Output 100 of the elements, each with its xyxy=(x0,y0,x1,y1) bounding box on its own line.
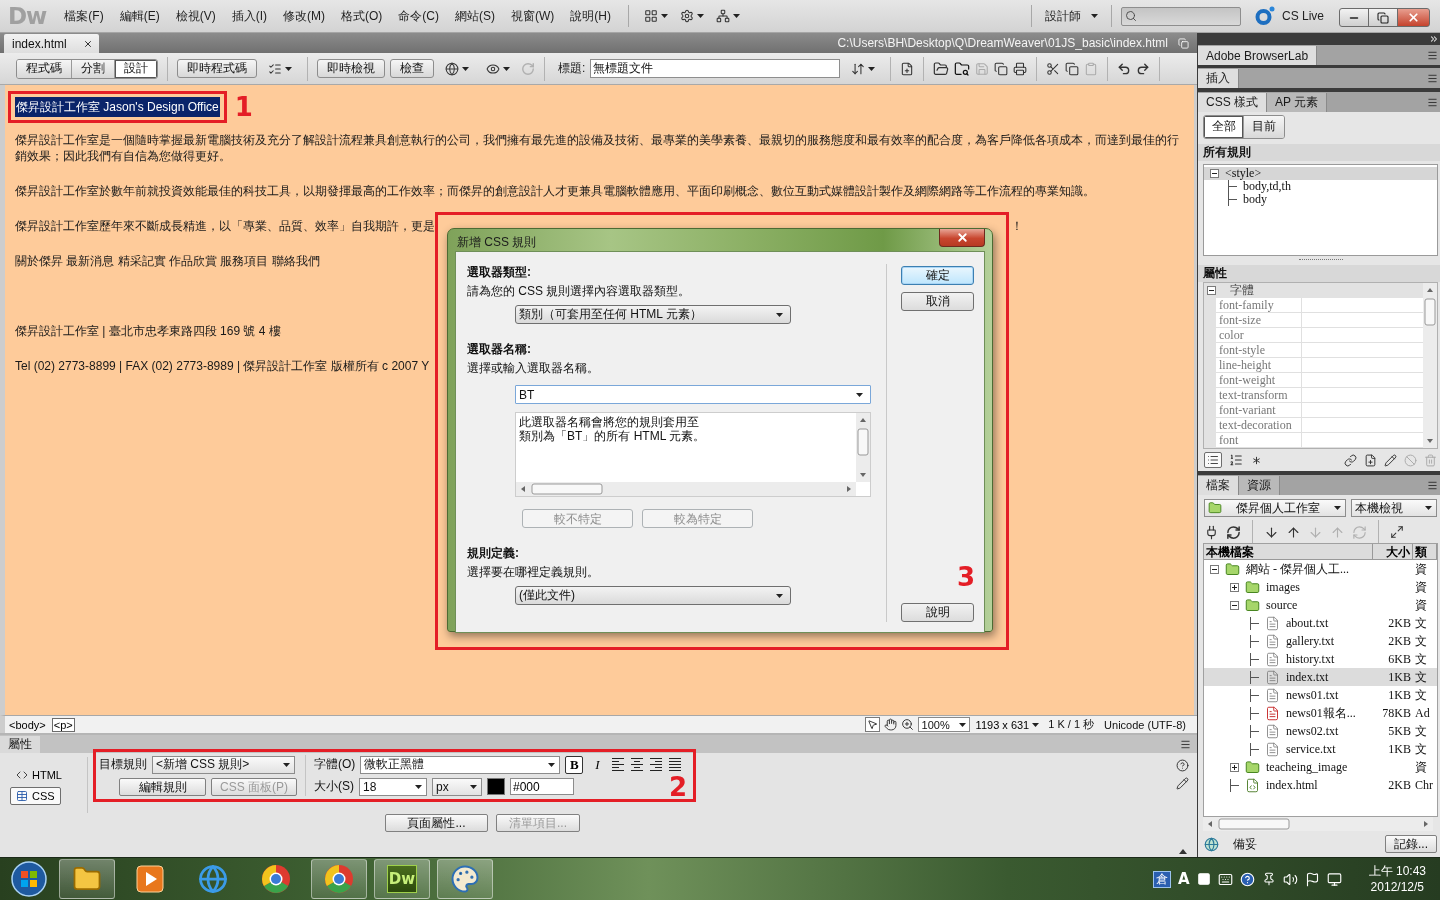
close-icon[interactable] xyxy=(82,38,93,49)
color-field[interactable]: #000 xyxy=(510,778,574,795)
pencil-icon[interactable] xyxy=(1384,453,1397,467)
dropdown-select[interactable]: (僅此文件) xyxy=(515,586,791,605)
collapse-icon[interactable] xyxy=(1210,564,1219,574)
file-row[interactable]: 網站 - 傑昇個人工... 資 xyxy=(1204,560,1437,578)
close-button[interactable] xyxy=(939,229,985,247)
file-row[interactable]: images 資 xyxy=(1204,578,1437,596)
italic-toggle[interactable]: I xyxy=(588,755,607,774)
page-properties-button[interactable]: 頁面屬性... xyxy=(385,814,488,832)
live-code-button[interactable]: 即時程式碼 xyxy=(177,59,257,78)
panel-tab[interactable]: AP 元素 xyxy=(1267,93,1328,112)
zoom-select[interactable]: 100% xyxy=(917,717,970,732)
panel-tab[interactable]: 插入 xyxy=(1198,69,1239,88)
horizontal-scrollbar[interactable] xyxy=(1203,817,1433,831)
window-size-menu[interactable]: 1193 x 631 xyxy=(973,718,1042,731)
panel-menu-icon[interactable] xyxy=(1427,72,1438,84)
vertical-scrollbar[interactable] xyxy=(1423,283,1437,449)
panel-tab[interactable]: 資源 xyxy=(1239,476,1280,495)
keyboard-icon[interactable] xyxy=(1217,871,1233,887)
panel-menu-icon[interactable] xyxy=(1427,96,1438,108)
live-view-button[interactable]: 即時檢視 xyxy=(317,59,385,78)
menu-item[interactable]: 網站(S) xyxy=(447,4,503,28)
square-icon[interactable] xyxy=(1196,872,1211,886)
panel-menu-icon[interactable] xyxy=(1427,479,1438,491)
rule-row[interactable]: body xyxy=(1204,192,1437,206)
zoom-icon[interactable] xyxy=(900,718,914,731)
size-select[interactable]: 18 xyxy=(359,777,427,796)
help-button[interactable]: 說明 xyxy=(901,603,974,622)
input-mode-indicator[interactable]: A xyxy=(1178,870,1190,888)
taskbar-app[interactable] xyxy=(437,859,493,899)
dialog-button[interactable]: 確定 xyxy=(901,266,974,285)
copy-icon[interactable] xyxy=(994,61,1009,76)
panel-tab[interactable]: 檔案 xyxy=(1198,476,1239,495)
help-icon[interactable] xyxy=(1176,759,1189,772)
panel-tab[interactable]: Adobe BrowserLab xyxy=(1198,46,1318,65)
target-rule-select[interactable]: <新增 CSS 規則> xyxy=(152,755,295,774)
tag-selector[interactable]: <body> xyxy=(7,717,48,732)
bold-toggle[interactable]: B xyxy=(565,755,584,774)
taskbar-app[interactable] xyxy=(59,859,115,899)
close-button[interactable] xyxy=(1397,8,1430,27)
view-mode-tab[interactable]: 目前 xyxy=(1244,115,1284,138)
view-tab[interactable]: 程式碼 xyxy=(17,59,72,78)
collapse-icon[interactable] xyxy=(1230,600,1239,610)
taskbar-app[interactable]: Dw xyxy=(374,859,430,899)
menu-item[interactable]: 編輯(E) xyxy=(111,4,168,28)
clipboard-icon[interactable] xyxy=(1084,61,1099,76)
monitor-icon[interactable] xyxy=(1326,871,1342,887)
column-header[interactable]: 大小 xyxy=(1373,544,1413,559)
cs-live-button[interactable]: CS Live xyxy=(1254,6,1324,26)
mode-button[interactable]: HTML xyxy=(10,766,68,784)
menu-item[interactable]: 檢視(V) xyxy=(167,4,224,28)
scissors-icon[interactable] xyxy=(1046,61,1061,76)
workspace-menu[interactable]: 設計師 xyxy=(1040,5,1102,27)
site-select[interactable]: 傑昇個人工作室 xyxy=(1204,499,1346,517)
column-header[interactable]: 本機檔案 xyxy=(1204,544,1373,559)
minimize-button[interactable] xyxy=(1339,8,1369,27)
align-left-icon[interactable] xyxy=(611,758,626,771)
mode-button[interactable]: CSS xyxy=(10,787,61,805)
file-row[interactable]: teacheing_image 資 xyxy=(1204,758,1437,776)
file-row[interactable]: index.txt 1KB 文 xyxy=(1204,668,1437,686)
rule-row[interactable]: body,td,th xyxy=(1204,179,1437,193)
selector-name-field[interactable]: BT xyxy=(515,385,871,404)
menu-item[interactable]: 插入(I) xyxy=(223,4,275,28)
expand-icon[interactable] xyxy=(1230,582,1239,592)
speaker-icon[interactable] xyxy=(1282,871,1298,887)
file-row[interactable]: index.html 2KB Chr xyxy=(1204,776,1437,794)
clock[interactable]: 上午 10:43 2012/12/5 xyxy=(1362,863,1432,895)
column-header[interactable]: 類 xyxy=(1413,544,1437,559)
file-row[interactable]: service.txt 1KB 文 xyxy=(1204,740,1437,758)
file-row[interactable]: news01.txt 1KB 文 xyxy=(1204,686,1437,704)
pin-icon[interactable] xyxy=(1261,872,1276,886)
menu-item[interactable]: 修改(M) xyxy=(275,4,333,28)
file-plus-icon[interactable] xyxy=(900,61,915,76)
collapse-icon[interactable] xyxy=(1210,168,1219,178)
folder-open-icon[interactable] xyxy=(933,60,950,77)
menu-item[interactable]: 命令(C) xyxy=(390,4,447,28)
inspect-button[interactable]: 檢查 xyxy=(390,59,434,78)
unit-select[interactable]: px xyxy=(432,777,482,796)
tag-selector[interactable]: <p> xyxy=(51,717,75,732)
dropdown-select[interactable]: 類別（可套用至任何 HTML 元素） xyxy=(515,305,791,324)
color-swatch-icon[interactable] xyxy=(487,778,505,795)
folder-search-icon[interactable] xyxy=(954,60,971,77)
file-row[interactable]: about.txt 2KB 文 xyxy=(1204,614,1437,632)
copy-icon[interactable] xyxy=(1065,61,1080,76)
rule-row[interactable]: <style> xyxy=(1204,166,1437,180)
title-field[interactable]: 無標題文件 xyxy=(590,59,841,78)
undo-icon[interactable] xyxy=(1117,61,1132,76)
printer-icon[interactable] xyxy=(1013,61,1028,76)
panel-tab[interactable]: 屬性 xyxy=(0,736,40,753)
collapse-panel-icon[interactable] xyxy=(1179,849,1187,854)
font-select[interactable]: 微軟正黑體 xyxy=(360,755,561,774)
file-row[interactable]: gallery.txt 2KB 文 xyxy=(1204,632,1437,650)
view-tab[interactable]: 設計 xyxy=(115,59,157,78)
maximize-icon[interactable] xyxy=(1390,525,1404,539)
view-tab[interactable]: 分割 xyxy=(72,59,115,78)
file-row[interactable]: news01報名... 78KB Ad xyxy=(1204,704,1437,722)
menu-item[interactable]: 檔案(F) xyxy=(56,4,112,28)
vertical-scrollbar[interactable] xyxy=(856,413,870,482)
horizontal-scrollbar[interactable] xyxy=(516,482,856,496)
